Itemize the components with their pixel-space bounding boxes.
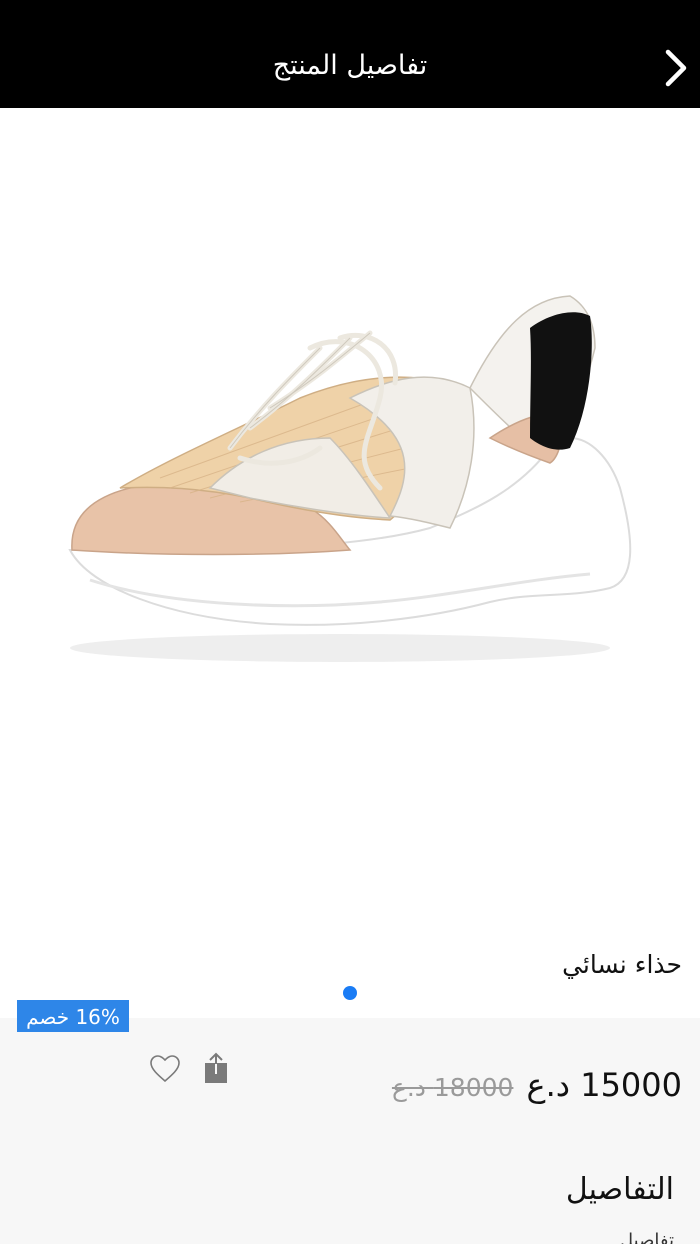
share-button[interactable] bbox=[203, 1051, 229, 1089]
original-price: 18000 د.ع bbox=[391, 1073, 514, 1102]
top-bar: تفاصيل المنتج bbox=[0, 0, 700, 108]
page-title: تفاصيل المنتج bbox=[272, 50, 428, 81]
details-heading: التفاصيل bbox=[565, 1172, 674, 1207]
womens-sneaker-image bbox=[68, 295, 632, 662]
discount-badge: 16% خصم bbox=[17, 1000, 129, 1032]
current-price: 15000 د.ع bbox=[526, 1066, 682, 1104]
share-icon bbox=[205, 1052, 227, 1083]
heart-icon bbox=[150, 1055, 180, 1083]
product-name: حذاء نسائي bbox=[562, 950, 682, 979]
product-image-gallery[interactable] bbox=[0, 108, 700, 1000]
back-button[interactable] bbox=[656, 48, 696, 88]
details-subtitle: تفاصيل bbox=[620, 1230, 674, 1244]
chevron-right-icon bbox=[665, 49, 687, 87]
favorite-button[interactable] bbox=[148, 1054, 182, 1088]
price-row: 15000 د.ع 18000 د.ع bbox=[392, 1066, 682, 1104]
price-section bbox=[0, 1018, 700, 1244]
gallery-page-indicator[interactable] bbox=[343, 986, 357, 1000]
